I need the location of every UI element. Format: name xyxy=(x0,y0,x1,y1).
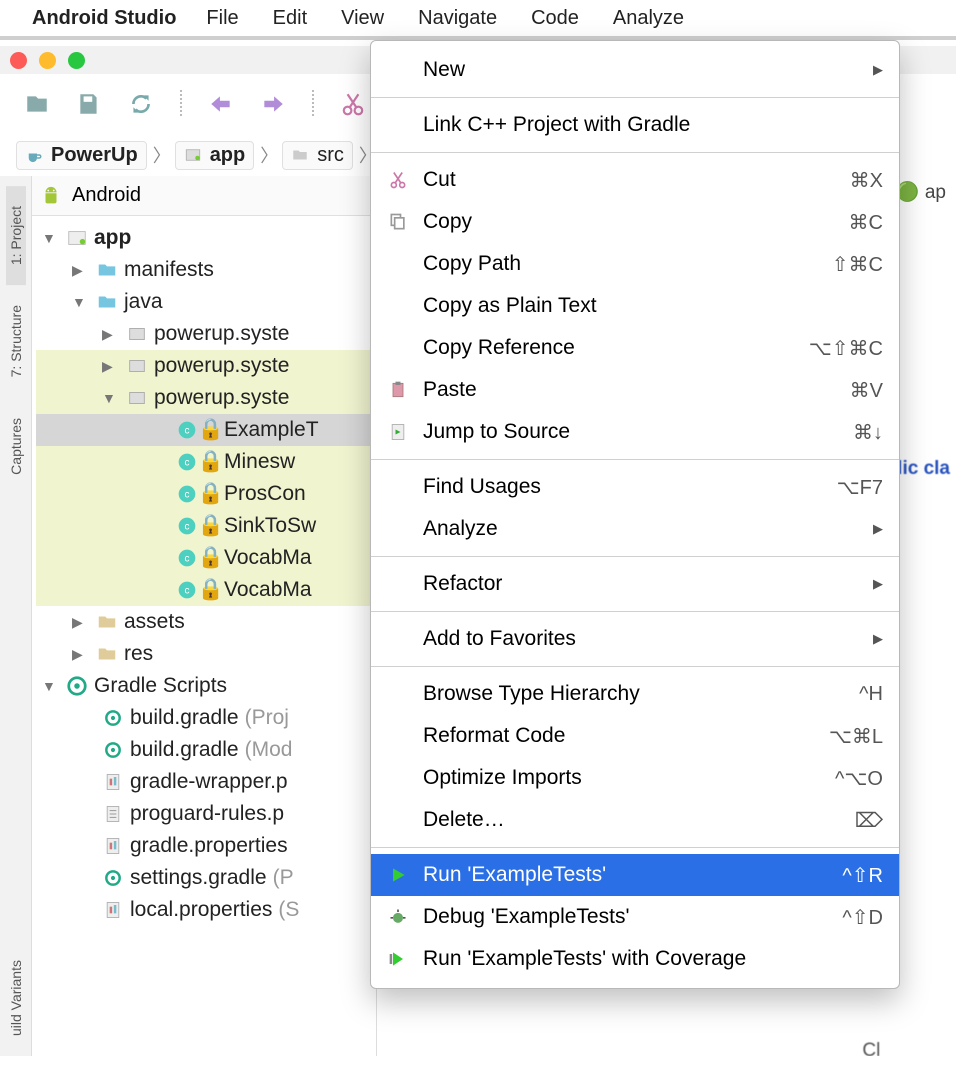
tree-file-sink[interactable]: c🔒SinkToSw xyxy=(36,510,372,542)
tree-manifests[interactable]: ▶manifests xyxy=(36,254,372,286)
cut-icon[interactable] xyxy=(340,91,366,117)
svg-text:c: c xyxy=(185,521,190,532)
menu-copy-ref[interactable]: Copy Reference⌥⇧⌘C xyxy=(371,327,899,369)
context-menu: New Link C++ Project with Gradle Cut⌘X C… xyxy=(370,40,900,989)
tree-file-minesw[interactable]: c🔒Minesw xyxy=(36,446,372,478)
run-icon xyxy=(388,865,408,885)
menu-run-tests[interactable]: Run 'ExampleTests'^⇧R xyxy=(371,854,899,896)
tree-java[interactable]: ▼java xyxy=(36,286,372,318)
tree-proguard[interactable]: proguard-rules.p xyxy=(36,798,372,830)
redo-icon[interactable] xyxy=(260,91,286,117)
tab-project[interactable]: 1: Project xyxy=(6,186,26,285)
tree-gradle-wrapper[interactable]: gradle-wrapper.p xyxy=(36,766,372,798)
close-window-button[interactable] xyxy=(10,52,27,69)
menu-optimize-imports[interactable]: Optimize Imports^⌥O xyxy=(371,757,899,799)
tab-structure[interactable]: 7: Structure xyxy=(6,285,26,397)
tree-gradle-props[interactable]: gradle.properties xyxy=(36,830,372,862)
menu-copy-plain[interactable]: Copy as Plain Text xyxy=(371,285,899,327)
menu-edit[interactable]: Edit xyxy=(273,7,307,30)
menu-cut[interactable]: Cut⌘X xyxy=(371,159,899,201)
menu-jump-source[interactable]: Jump to Source⌘↓ xyxy=(371,411,899,453)
project-panel: Android ▼app ▶manifests ▼java ▶powerup.s… xyxy=(32,176,377,1056)
svg-text:c: c xyxy=(185,553,190,564)
crumb-src[interactable]: src xyxy=(282,141,353,170)
sync-icon[interactable] xyxy=(128,91,154,117)
folder-icon xyxy=(291,146,309,164)
app-name[interactable]: Android Studio xyxy=(32,7,176,30)
tree-gradle-scripts[interactable]: ▼Gradle Scripts xyxy=(36,670,372,702)
undo-icon[interactable] xyxy=(208,91,234,117)
menu-run-coverage[interactable]: Run 'ExampleTests' with Coverage xyxy=(371,938,899,980)
menu-link-cpp[interactable]: Link C++ Project with Gradle xyxy=(371,104,899,146)
tree-app[interactable]: ▼app xyxy=(36,222,372,254)
menu-paste[interactable]: Paste⌘V xyxy=(371,369,899,411)
menu-analyze[interactable]: Analyze xyxy=(371,508,899,550)
save-all-icon[interactable] xyxy=(76,91,102,117)
tree-build-gradle-mod[interactable]: build.gradle (Mod xyxy=(36,734,372,766)
svg-text:c: c xyxy=(185,585,190,596)
tree-file-example[interactable]: c🔒ExampleT xyxy=(36,414,372,446)
tree-file-vocab1[interactable]: c🔒VocabMa xyxy=(36,542,372,574)
svg-text:c: c xyxy=(185,457,190,468)
tree-pkg1[interactable]: ▶powerup.syste xyxy=(36,350,372,382)
tree-file-vocab2[interactable]: c🔒VocabMa xyxy=(36,574,372,606)
menu-add-favorites[interactable]: Add to Favorites xyxy=(371,618,899,660)
tree-pkg0[interactable]: ▶powerup.syste xyxy=(36,318,372,350)
tab-build-variants[interactable]: uild Variants xyxy=(6,940,26,1056)
tab-captures[interactable]: Captures xyxy=(6,398,26,495)
copy-icon xyxy=(388,212,408,232)
crumb-project[interactable]: PowerUp xyxy=(16,141,147,170)
tree-local-props[interactable]: local.properties (S xyxy=(36,894,372,926)
menu-browse-hierarchy[interactable]: Browse Type Hierarchy^H xyxy=(371,673,899,715)
tree-build-gradle-proj[interactable]: build.gradle (Proj xyxy=(36,702,372,734)
android-icon xyxy=(40,185,62,207)
menu-copy-path[interactable]: Copy Path⇧⌘C xyxy=(371,243,899,285)
scissors-icon xyxy=(388,170,408,190)
jump-icon xyxy=(388,422,408,442)
zoom-window-button[interactable] xyxy=(68,52,85,69)
svg-text:c: c xyxy=(185,425,190,436)
macos-menubar: Android Studio File Edit View Navigate C… xyxy=(0,0,956,36)
menu-delete[interactable]: Delete…⌦ xyxy=(371,799,899,841)
tree-pkg2[interactable]: ▼powerup.syste xyxy=(36,382,372,414)
menu-reformat[interactable]: Reformat Code⌥⌘L xyxy=(371,715,899,757)
tree-file-proscon[interactable]: c🔒ProsCon xyxy=(36,478,372,510)
menu-analyze[interactable]: Analyze xyxy=(613,7,684,30)
open-icon[interactable] xyxy=(24,91,50,117)
tool-window-tabs: 1: Project 7: Structure Captures uild Va… xyxy=(0,176,32,1056)
debug-icon xyxy=(388,907,408,927)
menu-navigate[interactable]: Navigate xyxy=(418,7,497,30)
coverage-icon xyxy=(388,949,408,969)
project-view-selector[interactable]: Android xyxy=(32,176,376,216)
menu-new[interactable]: New xyxy=(371,49,899,91)
menu-refactor[interactable]: Refactor xyxy=(371,563,899,605)
module-icon xyxy=(184,146,202,164)
crumb-app[interactable]: app xyxy=(175,141,255,170)
svg-text:c: c xyxy=(185,489,190,500)
menu-file[interactable]: File xyxy=(206,7,238,30)
menu-code[interactable]: Code xyxy=(531,7,579,30)
tree-res[interactable]: ▶res xyxy=(36,638,372,670)
menu-copy[interactable]: Copy⌘C xyxy=(371,201,899,243)
tree-settings-gradle[interactable]: settings.gradle (P xyxy=(36,862,372,894)
menu-debug-tests[interactable]: Debug 'ExampleTests'^⇧D xyxy=(371,896,899,938)
menu-view[interactable]: View xyxy=(341,7,384,30)
menu-find-usages[interactable]: Find Usages⌥F7 xyxy=(371,466,899,508)
minimize-window-button[interactable] xyxy=(39,52,56,69)
cup-icon xyxy=(25,146,43,164)
clipboard-icon xyxy=(388,380,408,400)
tree-assets[interactable]: ▶assets xyxy=(36,606,372,638)
